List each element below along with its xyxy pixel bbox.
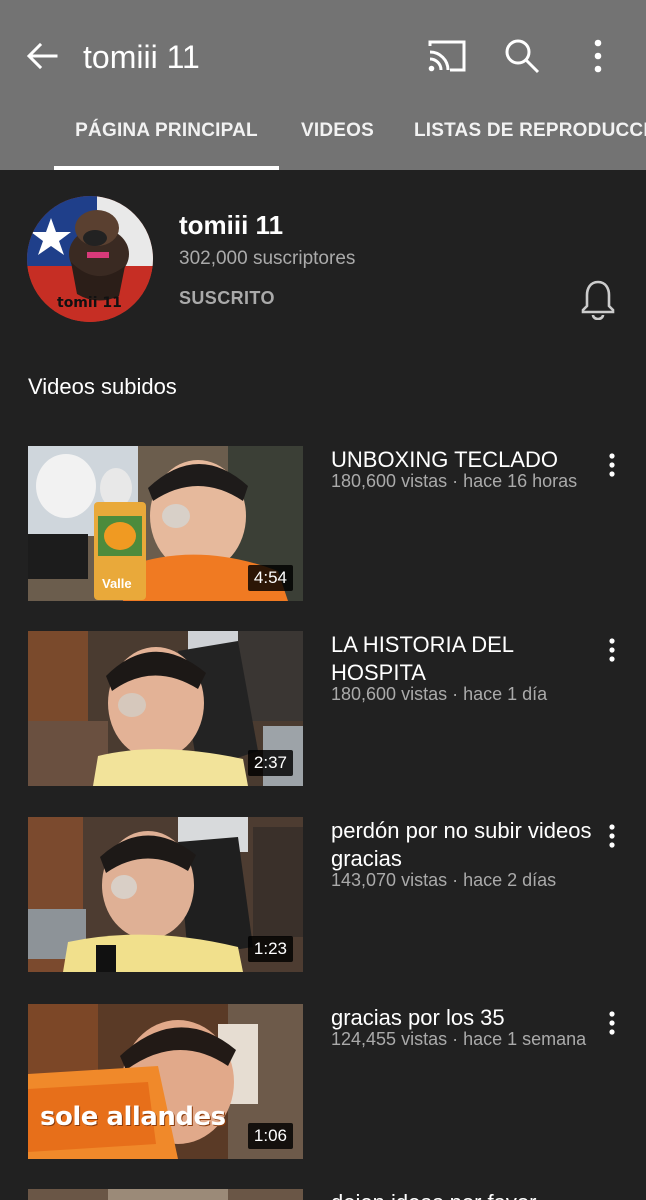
upload-age: hace 1 semana (463, 1029, 587, 1049)
view-count: 180,600 vistas (331, 471, 448, 491)
back-button[interactable] (22, 36, 62, 76)
upload-age: hace 2 días (463, 870, 557, 890)
view-count: 124,455 vistas (331, 1029, 448, 1049)
toolbar: tomiii 11 (0, 0, 646, 112)
video-item[interactable]: dejen ideas por favor (0, 1189, 646, 1200)
thumbnail-image (28, 1189, 303, 1200)
video-item[interactable]: 2:37 LA HISTORIA DEL HOSPITA 180,600 vis… (0, 631, 646, 791)
thumbnail-caption: Valle (102, 576, 132, 591)
video-more-button[interactable] (600, 635, 624, 665)
subscribed-button[interactable]: SUSCRITO (179, 288, 275, 309)
video-item[interactable]: Valle 4:54 UNBOXING TECLADO 180,600 vist… (0, 446, 646, 606)
video-duration: 1:06 (247, 1123, 293, 1149)
toolbar-title: tomiii 11 (83, 39, 200, 75)
thumbnail-caption: sole allandes (40, 1102, 226, 1132)
avatar-watermark: tomii 11 (57, 295, 122, 311)
tab-videos[interactable]: VIDEOS (301, 112, 374, 170)
video-thumbnail[interactable]: 1:23 (28, 817, 303, 972)
video-more-button[interactable] (600, 821, 624, 851)
cast-icon (428, 40, 466, 72)
section-title: Videos subidos (28, 374, 177, 399)
notification-bell-button[interactable] (580, 278, 616, 321)
notification-bell-icon (581, 280, 615, 321)
video-metadata: 180,600 vistas · hace 1 día (331, 684, 601, 705)
more-options-button[interactable] (584, 36, 612, 76)
video-thumbnail[interactable]: sole allandes 1:06 (28, 1004, 303, 1159)
video-duration: 1:23 (247, 936, 293, 962)
channel-header: tomii 11 tomiii 11 302,000 suscriptores … (0, 170, 646, 350)
more-vert-icon (609, 453, 615, 477)
video-title[interactable]: LA HISTORIA DEL HOSPITA (331, 631, 601, 687)
video-duration: 2:37 (247, 750, 293, 776)
meta-separator: · (447, 471, 464, 491)
video-title[interactable]: perdón por no subir videos gracias (331, 817, 601, 873)
more-vert-icon (609, 824, 615, 848)
more-vert-icon (609, 638, 615, 662)
channel-name: tomiii 11 (179, 210, 284, 240)
video-thumbnail[interactable] (28, 1189, 303, 1200)
video-metadata: 180,600 vistas · hace 16 horas (331, 471, 601, 492)
video-more-button[interactable] (600, 1008, 624, 1038)
video-more-button[interactable] (600, 450, 624, 480)
video-duration: 4:54 (247, 565, 293, 591)
view-count: 180,600 vistas (331, 684, 448, 704)
back-arrow-icon (26, 42, 58, 70)
app-bar: tomiii 11 PÁGINA PRINCIPAL VIDEOS LISTAS… (0, 0, 646, 170)
more-vert-icon (609, 1011, 615, 1035)
view-count: 143,070 vistas (331, 870, 448, 890)
upload-age: hace 1 día (463, 684, 548, 704)
tab-home[interactable]: PÁGINA PRINCIPAL (54, 112, 279, 170)
video-title[interactable]: dejen ideas por favor (331, 1189, 601, 1200)
video-metadata: 143,070 vistas · hace 2 días (331, 870, 601, 891)
cast-button[interactable] (426, 38, 468, 74)
tab-playlists[interactable]: LISTAS DE REPRODUCCIO (414, 112, 646, 170)
meta-separator: · (447, 870, 464, 890)
video-item[interactable]: sole allandes 1:06 gracias por los 35 12… (0, 1004, 646, 1164)
video-title[interactable]: UNBOXING TECLADO (331, 446, 601, 474)
video-item[interactable]: 1:23 perdón por no subir videos gracias … (0, 817, 646, 977)
subscriber-count: 302,000 suscriptores (179, 248, 356, 269)
channel-tabs: PÁGINA PRINCIPAL VIDEOS LISTAS DE REPROD… (0, 112, 646, 170)
video-thumbnail[interactable]: Valle 4:54 (28, 446, 303, 601)
search-button[interactable] (502, 36, 542, 76)
meta-separator: · (447, 684, 464, 704)
video-title[interactable]: gracias por los 35 (331, 1004, 601, 1032)
search-icon (505, 39, 540, 74)
more-vert-icon (594, 39, 602, 73)
channel-avatar[interactable]: tomii 11 (27, 196, 153, 322)
upload-age: hace 16 horas (463, 471, 578, 491)
video-thumbnail[interactable]: 2:37 (28, 631, 303, 786)
video-metadata: 124,455 vistas · hace 1 semana (331, 1029, 601, 1050)
meta-separator: · (447, 1029, 464, 1049)
